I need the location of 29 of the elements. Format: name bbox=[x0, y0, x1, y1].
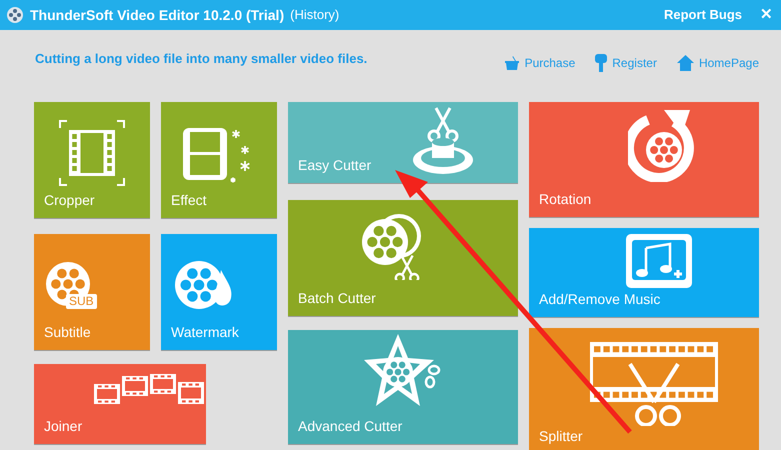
crop-frame-icon bbox=[59, 120, 125, 186]
basket-icon bbox=[504, 55, 520, 71]
tool-tile[interactable]: Splitter bbox=[529, 328, 759, 450]
tool-tile[interactable]: SUB Subtitle bbox=[34, 234, 150, 350]
tagline: Cutting a long video file into many smaller video files. bbox=[35, 50, 368, 68]
music-note-icon bbox=[626, 234, 692, 288]
tool-tile[interactable]: Joiner bbox=[34, 364, 206, 444]
film-scissors-icon bbox=[590, 342, 718, 426]
tool-tile[interactable]: Effect bbox=[161, 102, 277, 218]
window-title: ThunderSoft Video Editor 10.2.0 (Trial) bbox=[30, 6, 284, 25]
toolbar-link[interactable]: Purchase bbox=[504, 54, 576, 72]
tool-tile[interactable]: Watermark bbox=[161, 234, 277, 350]
tool-tile[interactable]: Rotation bbox=[529, 102, 759, 217]
house-icon bbox=[676, 55, 694, 71]
star-reel-icon bbox=[364, 334, 442, 406]
tool-tile[interactable]: Batch Cutter bbox=[288, 200, 518, 316]
sub-badge: SUB bbox=[66, 294, 97, 309]
toolbar-link[interactable]: HomePage bbox=[676, 54, 759, 72]
toolbar-link[interactable]: Register bbox=[595, 54, 657, 72]
tool-tile[interactable]: Add/Remove Music bbox=[529, 228, 759, 317]
key-icon bbox=[595, 54, 608, 72]
tool-tile[interactable]: Advanced Cutter bbox=[288, 330, 518, 444]
close-button[interactable]: ✕ bbox=[760, 4, 773, 26]
history-link[interactable]: (History) bbox=[290, 5, 340, 25]
tool-tile[interactable]: Easy Cutter bbox=[288, 102, 518, 183]
film-reel-icon bbox=[6, 6, 24, 24]
report-bugs-link[interactable]: Report Bugs bbox=[664, 5, 742, 25]
film-chain-icon bbox=[94, 374, 206, 404]
tool-tile[interactable]: Cropper bbox=[34, 102, 150, 218]
